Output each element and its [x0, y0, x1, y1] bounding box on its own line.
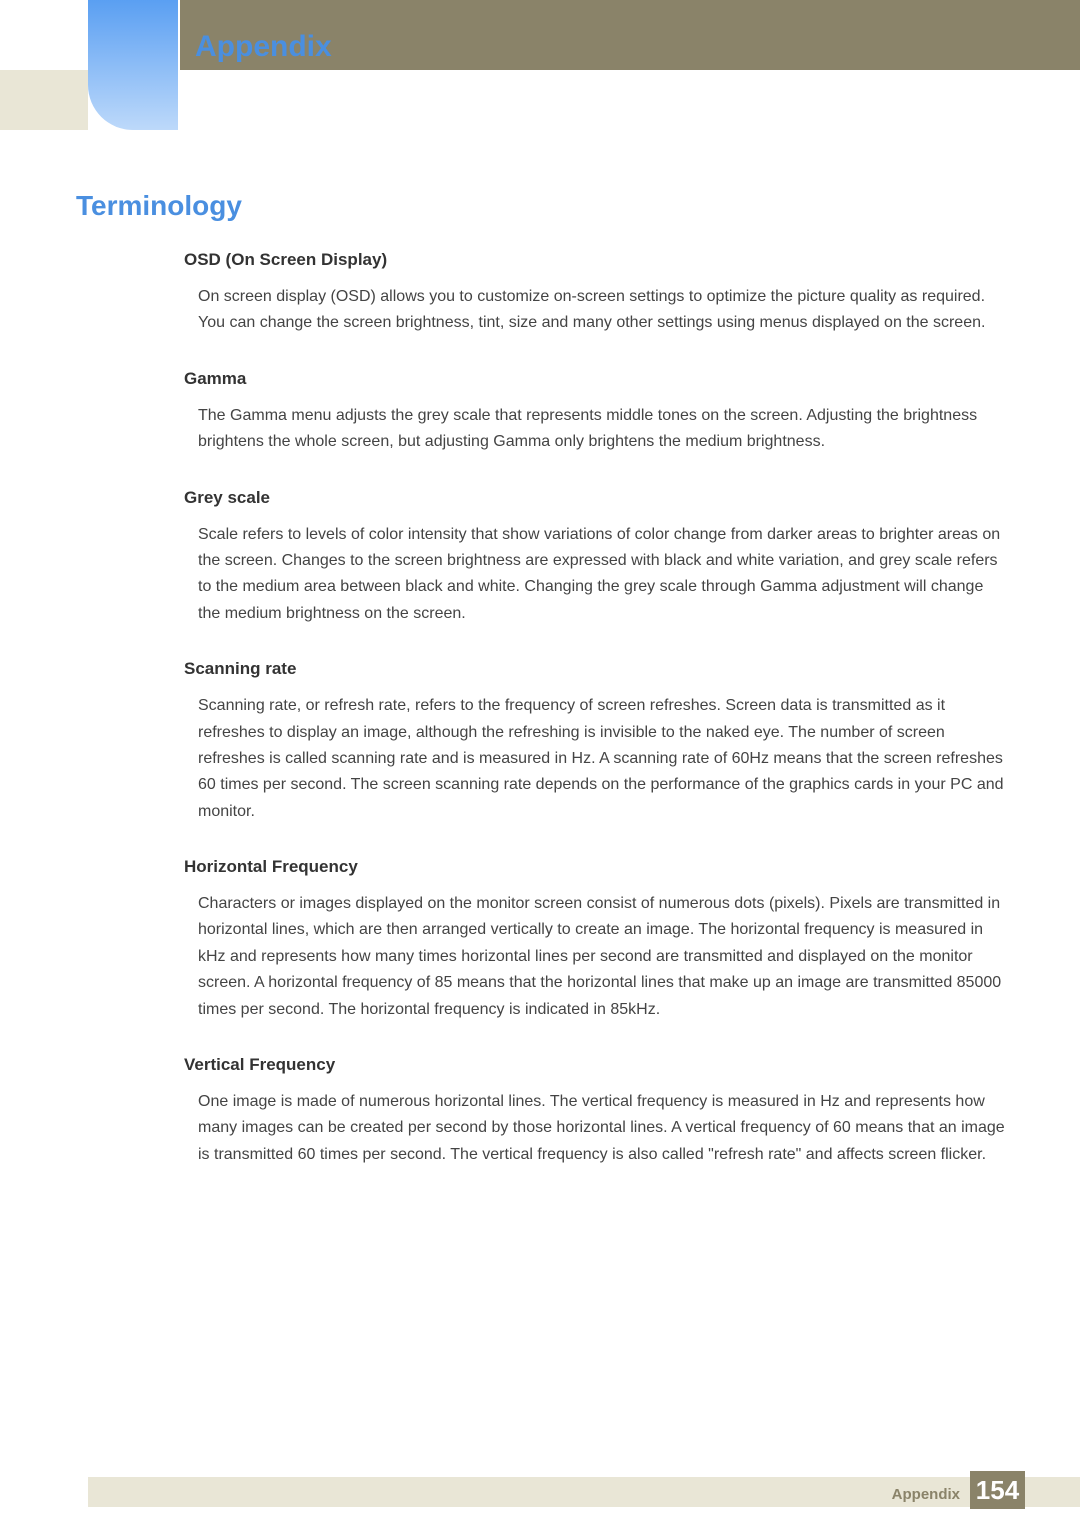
term-scanning-rate: Scanning rate Scanning rate, or refresh …: [184, 659, 1008, 825]
term-body: The Gamma menu adjusts the grey scale th…: [184, 403, 1008, 456]
chapter-title: Appendix: [195, 30, 332, 64]
term-osd: OSD (On Screen Display) On screen displa…: [184, 250, 1008, 337]
footer-label: Appendix: [892, 1486, 960, 1503]
term-body: One image is made of numerous horizontal…: [184, 1089, 1008, 1168]
chapter-tab: [88, 0, 178, 130]
left-decoration: [0, 70, 88, 130]
page-number: 154: [970, 1471, 1025, 1509]
term-title: Gamma: [184, 369, 1008, 389]
term-horizontal-frequency: Horizontal Frequency Characters or image…: [184, 857, 1008, 1023]
term-body: Scanning rate, or refresh rate, refers t…: [184, 693, 1008, 825]
term-body: Scale refers to levels of color intensit…: [184, 522, 1008, 628]
term-title: OSD (On Screen Display): [184, 250, 1008, 270]
term-gamma: Gamma The Gamma menu adjusts the grey sc…: [184, 369, 1008, 456]
term-title: Vertical Frequency: [184, 1055, 1008, 1075]
term-body: On screen display (OSD) allows you to cu…: [184, 284, 1008, 337]
term-grey-scale: Grey scale Scale refers to levels of col…: [184, 488, 1008, 628]
term-body: Characters or images displayed on the mo…: [184, 891, 1008, 1023]
section-title: Terminology: [76, 190, 242, 222]
term-title: Grey scale: [184, 488, 1008, 508]
term-title: Horizontal Frequency: [184, 857, 1008, 877]
term-title: Scanning rate: [184, 659, 1008, 679]
term-vertical-frequency: Vertical Frequency One image is made of …: [184, 1055, 1008, 1168]
content-area: OSD (On Screen Display) On screen displa…: [184, 250, 1008, 1200]
